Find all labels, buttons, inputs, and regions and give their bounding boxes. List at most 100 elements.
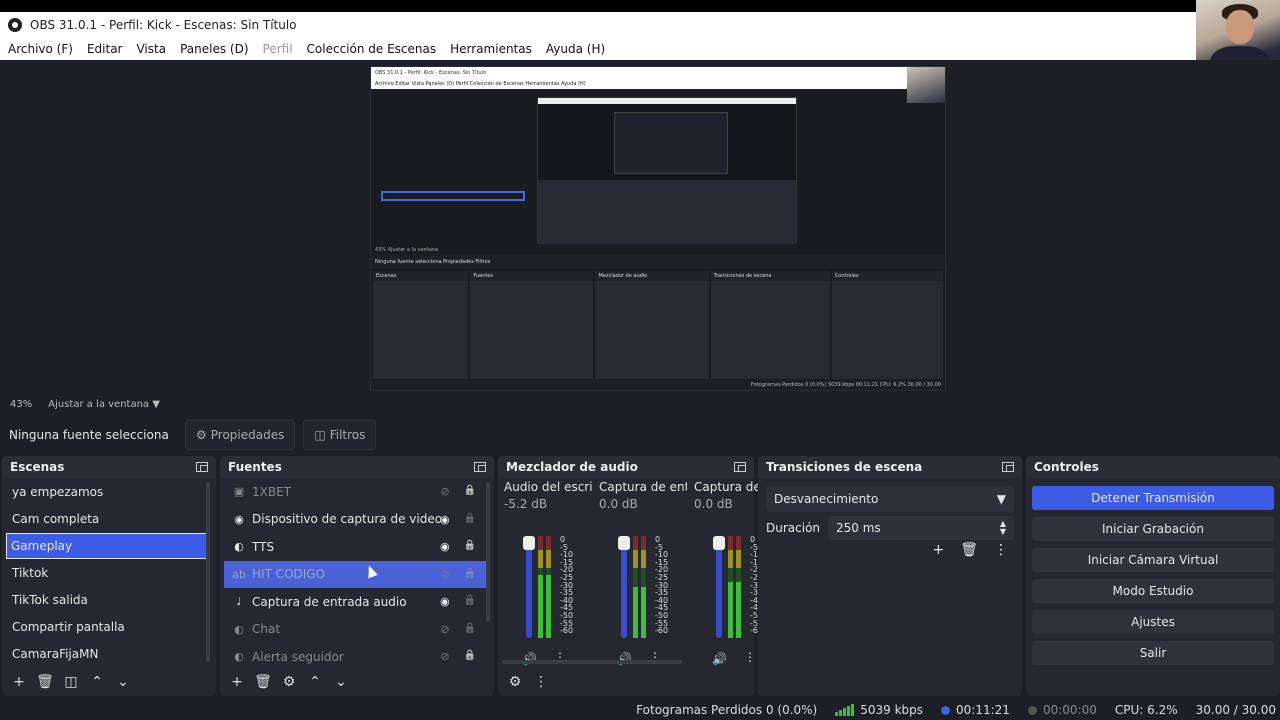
gear-icon[interactable]: ⚙: [506, 674, 524, 690]
menu-file[interactable]: Archivo (F): [8, 42, 73, 56]
properties-button[interactable]: ⚙ Propiedades: [185, 420, 296, 450]
volume-fader[interactable]: [523, 536, 535, 638]
gear-icon[interactable]: ⚙: [280, 674, 298, 690]
lock-icon[interactable]: 🔒: [464, 650, 476, 663]
scenes-scrollbar[interactable]: [206, 482, 210, 662]
scene-item[interactable]: Cam completa: [2, 506, 216, 532]
top-black-strip: [0, 0, 1196, 12]
transitions-title: Transiciones de escena: [766, 460, 923, 474]
control-button[interactable]: Iniciar Cámara Virtual: [1032, 548, 1274, 572]
trash-icon[interactable]: 🗑: [36, 674, 54, 690]
fader-knob[interactable]: [713, 536, 725, 550]
move-up-icon[interactable]: ⌃: [88, 674, 106, 690]
menu-scene-collection[interactable]: Colección de Escenas: [307, 42, 437, 56]
move-down-icon[interactable]: ⌄: [114, 674, 132, 690]
filters-button[interactable]: ◫ Filtros: [303, 420, 377, 450]
unlock-icon[interactable]: 🔒: [464, 513, 476, 526]
control-button[interactable]: Modo Estudio: [1032, 579, 1274, 603]
source-item[interactable]: ♩ Captura de entrada audio ◉ 🔒: [224, 588, 486, 616]
add-icon[interactable]: +: [228, 674, 246, 690]
duration-spinbox[interactable]: 250 ms ▲ ▼: [828, 516, 1014, 540]
scene-item[interactable]: Compartir pantalla: [2, 614, 216, 640]
mixer-scrollbar[interactable]: [502, 660, 682, 664]
more-icon[interactable]: ⋮: [994, 542, 1008, 558]
duration-row: Duración 250 ms ▲ ▼: [766, 516, 1014, 540]
scene-item[interactable]: CamaraFijaMN: [2, 641, 216, 667]
volume-fader[interactable]: [713, 536, 725, 638]
eye-icon[interactable]: ◉: [440, 540, 450, 553]
stream-preview[interactable]: OBS 31.0.1 - Perfil: Kick - Escenas: Sin…: [370, 66, 946, 391]
spin-arrows-icon[interactable]: ▲ ▼: [1000, 520, 1006, 536]
fader-knob[interactable]: [523, 536, 535, 550]
eye-hidden-icon[interactable]: ⊘: [440, 568, 449, 581]
dropdown-arrow-icon: ▼: [152, 398, 160, 410]
menu-docks[interactable]: Paneles (D): [180, 42, 248, 56]
scene-item[interactable]: ya empezamos: [2, 479, 216, 505]
source-item[interactable]: ▣ 1XBET ⊘ 🔒: [224, 478, 486, 506]
volume-fader[interactable]: [618, 536, 630, 638]
control-button[interactable]: Detener Transmisión: [1032, 486, 1274, 510]
zoom-level: 43%: [10, 398, 33, 410]
control-button[interactable]: Ajustes: [1032, 610, 1274, 634]
source-item[interactable]: ◐ Alerta seguidor ⊘ 🔒: [224, 643, 486, 671]
eye-icon[interactable]: ◉: [440, 513, 450, 526]
level-meter: [546, 536, 551, 638]
signal-bars-icon: [835, 704, 855, 716]
menu-tools[interactable]: Herramientas: [450, 42, 532, 56]
menu-edit[interactable]: Editar: [87, 42, 123, 56]
eye-hidden-icon[interactable]: ⊘: [440, 650, 449, 663]
filter-icon[interactable]: ◫: [62, 674, 80, 690]
preview-dock-transitions: Transiciones de escena: [710, 271, 830, 281]
no-source-label: Ninguna fuente selecciona: [9, 428, 169, 442]
speaker-icon[interactable]: 🔊: [712, 652, 727, 666]
add-icon[interactable]: +: [10, 674, 28, 690]
unlock-icon[interactable]: 🔒: [464, 595, 476, 608]
preview-selection-box: [381, 191, 525, 201]
more-icon[interactable]: ⋮: [744, 650, 756, 664]
control-button[interactable]: Salir: [1032, 641, 1274, 665]
preview-dock-scenes: Escenas: [373, 271, 469, 281]
db-scale: 0 -5 -10 -15 -20 -25 -30 -35 -40 -45 -50 -55 -60: [560, 535, 574, 636]
dropped-frames: Fotogramas Perdidos 0 (0.0%): [636, 703, 818, 717]
transition-select[interactable]: Desvanecimiento ▼: [766, 486, 1014, 512]
audio-mixer-dock: Mezclador de audio Audio del escritorio -…: [498, 456, 782, 696]
undock-icon[interactable]: [734, 462, 746, 472]
image-icon: ▣: [233, 485, 245, 499]
source-item[interactable]: ◐ TTS ◉ 🔒: [224, 533, 486, 561]
scene-item[interactable]: Gameplay: [6, 533, 210, 559]
lock-icon[interactable]: 🔒: [464, 540, 476, 553]
undock-icon[interactable]: [474, 462, 486, 472]
trash-icon[interactable]: 🗑: [960, 542, 978, 558]
text-icon: ab: [232, 567, 246, 581]
eye-hidden-icon[interactable]: ⊘: [440, 623, 449, 636]
more-icon[interactable]: ⋮: [532, 674, 550, 690]
source-item[interactable]: ◉ Dispositivo de captura de video ◉ 🔒: [224, 506, 486, 534]
move-up-icon[interactable]: ⌃: [306, 674, 324, 690]
sources-scrollbar[interactable]: [486, 482, 490, 622]
eye-icon[interactable]: ◉: [440, 595, 450, 608]
menu-profile: Perfil: [262, 42, 293, 56]
menu-help[interactable]: Ayuda (H): [546, 42, 605, 56]
undock-icon[interactable]: [196, 462, 208, 472]
unlock-icon[interactable]: 🔒: [464, 623, 476, 636]
controls-title: Controles: [1034, 460, 1099, 474]
source-item[interactable]: ab HIT CODIGO ⊘ 🔒: [224, 560, 486, 588]
level-meter: [633, 536, 638, 638]
source-item[interactable]: ◐ Chat ⊘ 🔒: [224, 616, 486, 644]
trash-icon[interactable]: 🗑: [254, 674, 272, 690]
eye-hidden-icon[interactable]: ⊘: [440, 485, 449, 498]
source-label: Chat: [252, 622, 281, 637]
unlock-icon[interactable]: 🔒: [464, 568, 476, 581]
control-button[interactable]: Iniciar Grabación: [1032, 517, 1274, 541]
scene-item[interactable]: TikTok salida: [2, 587, 216, 613]
undock-icon[interactable]: [1002, 462, 1014, 472]
scene-item[interactable]: Tiktok: [2, 560, 216, 586]
preview-dock-mixer: Mezclador de audio: [595, 271, 709, 281]
lock-icon[interactable]: 🔒: [464, 485, 476, 498]
channel-name: Captura de entrada audio: [599, 480, 687, 494]
menu-view[interactable]: Vista: [136, 42, 166, 56]
zoom-fit-dropdown[interactable]: Ajustar a la ventana ▼: [48, 399, 160, 410]
fader-knob[interactable]: [618, 536, 630, 550]
move-down-icon[interactable]: ⌄: [332, 674, 350, 690]
add-icon[interactable]: +: [932, 542, 944, 558]
